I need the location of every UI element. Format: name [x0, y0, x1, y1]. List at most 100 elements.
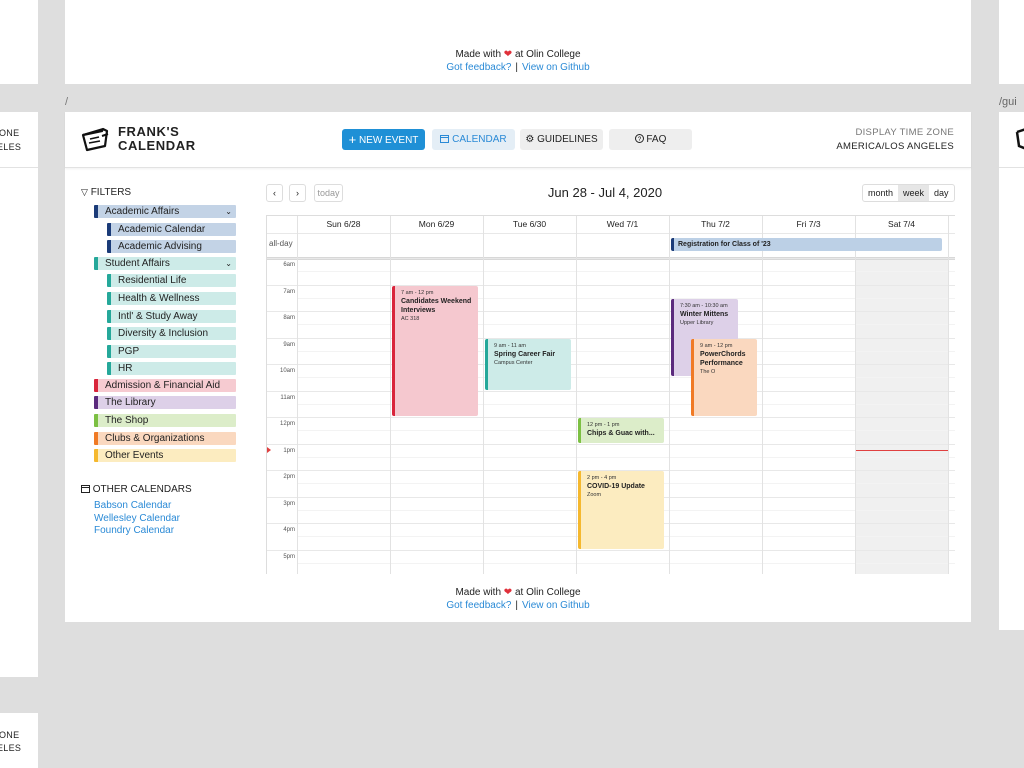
- guidelines-nav-button[interactable]: ⚙ GUIDELINES: [520, 129, 603, 150]
- left-window: ONE ELES: [0, 112, 38, 677]
- half-hour-line: [297, 562, 955, 564]
- day-header[interactable]: Thu 7/2: [669, 219, 762, 229]
- day-column-line: [576, 216, 577, 574]
- time-label: 10am: [279, 368, 295, 374]
- day-column-line: [948, 216, 949, 574]
- category-label: The Shop: [105, 415, 149, 426]
- footer: Made with ❤ at Olin College Got feedback…: [65, 586, 971, 612]
- calendar-event[interactable]: 9 am - 12 pm PowerChords Performance The O: [691, 338, 757, 416]
- all-day-label: all-day: [269, 239, 293, 248]
- time-label: 3pm: [283, 500, 295, 507]
- time-label: 4pm: [283, 527, 295, 533]
- event-location: The O: [700, 368, 716, 375]
- category-filter-residential-life[interactable]: Residential Life: [107, 274, 236, 288]
- calendar-logo-icon[interactable]: [81, 126, 111, 152]
- clipped-tz-label-2: ONE: [0, 730, 20, 740]
- category-label: Student Affairs: [105, 257, 170, 269]
- url-fragment: /: [65, 96, 69, 108]
- filter-icon: ▽: [81, 187, 88, 197]
- chevron-down-icon[interactable]: ⌄: [225, 205, 232, 218]
- day-header[interactable]: Mon 6/29: [390, 219, 483, 229]
- right-window: [999, 112, 1024, 630]
- category-filter-academic-affairs[interactable]: Academic Affairs ⌄: [94, 205, 236, 218]
- feedback-link[interactable]: Got feedback?: [446, 600, 511, 611]
- week-grid[interactable]: all-day Sun 6/28 Mon 6/29 Tue 6/30 Wed 7/1 T…: [266, 215, 955, 574]
- category-filter-pgp[interactable]: PGP: [107, 344, 236, 358]
- category-filter-admission-financial-aid[interactable]: Admission & Financial Aid: [94, 378, 236, 392]
- calendar-window: FRANK'S CALENDAR + NEW EVENT CALENDAR ⚙ …: [65, 112, 971, 622]
- month-view-button[interactable]: month: [863, 185, 898, 201]
- category-filter-the-library[interactable]: The Library: [94, 396, 236, 410]
- category-filter-other-events[interactable]: Other Events: [94, 449, 236, 463]
- calendar-event[interactable]: 7 am - 12 pm Candidates Weekend Interview…: [392, 285, 478, 416]
- time-label: 11am: [280, 394, 295, 401]
- category-filter-the-shop[interactable]: The Shop: [94, 414, 236, 427]
- event-title: Chips & Guac with...: [587, 430, 655, 437]
- category-filter-intl-study-away[interactable]: Intl' & Study Away: [107, 309, 236, 323]
- prev-week-button[interactable]: ‹: [266, 184, 283, 202]
- week-view-button[interactable]: week: [898, 185, 930, 201]
- day-header[interactable]: Sun 6/28: [297, 219, 390, 229]
- url-fragment-right: /gui: [999, 96, 1017, 108]
- new-event-button[interactable]: + NEW EVENT: [342, 129, 425, 150]
- calendar-event[interactable]: 2 pm - 4 pm COVID-19 Update Zoom: [578, 471, 664, 549]
- day-header[interactable]: Fri 7/3: [762, 219, 855, 229]
- clipped-tz-label: ONE: [0, 128, 20, 138]
- day-column-line: [855, 216, 856, 574]
- time-label: 6am: [283, 262, 295, 268]
- day-view-button[interactable]: day: [929, 185, 954, 201]
- category-label: Health & Wellness: [118, 292, 200, 304]
- hour-line: [267, 258, 955, 259]
- footer-separator: |: [515, 62, 518, 73]
- calendar-event[interactable]: 12 pm - 1 pm Chips & Guac with...: [578, 418, 664, 443]
- left-window-lower: ONE ELES: [0, 713, 38, 768]
- github-link[interactable]: View on Github: [522, 600, 590, 611]
- grid-separator: [267, 259, 955, 260]
- right-window-top: [999, 0, 1024, 84]
- category-label: Diversity & Inclusion: [118, 328, 209, 340]
- foundry-calendar-link[interactable]: Foundry Calendar: [94, 525, 174, 537]
- day-header[interactable]: Wed 7/1: [576, 219, 669, 229]
- github-link[interactable]: View on Github: [522, 62, 590, 73]
- feedback-link[interactable]: Got feedback?: [446, 62, 511, 73]
- category-filter-academic-advising[interactable]: Academic Advising: [107, 240, 236, 254]
- category-filter-student-affairs[interactable]: Student Affairs ⌄: [94, 256, 236, 270]
- wellesley-calendar-link[interactable]: Wellesley Calendar: [94, 513, 180, 525]
- today-button[interactable]: today: [314, 184, 343, 202]
- category-label: Academic Advising: [118, 241, 202, 253]
- calendar-nav-button[interactable]: CALENDAR: [432, 129, 515, 150]
- category-filter-clubs-organizations[interactable]: Clubs & Organizations: [94, 431, 236, 445]
- category-label: Clubs & Organizations: [105, 432, 205, 444]
- event-location: Campus Center: [494, 359, 533, 366]
- event-title: Candidates Weekend Interviews: [401, 297, 472, 314]
- timezone-select[interactable]: AMERICA/LOS ANGELES: [836, 141, 954, 152]
- header: FRANK'S CALENDAR + NEW EVENT CALENDAR ⚙ …: [65, 112, 971, 168]
- date-range-title: Jun 28 - Jul 4, 2020: [547, 185, 663, 200]
- other-calendars-title: OTHER CALENDARS: [81, 484, 192, 495]
- category-filter-academic-calendar[interactable]: Academic Calendar: [107, 222, 236, 236]
- category-filter-hr[interactable]: HR: [107, 362, 236, 376]
- previous-page-footer-panel: Made with ❤ at Olin College Got feedback…: [65, 0, 971, 84]
- category-filter-health-wellness[interactable]: Health & Wellness: [107, 291, 236, 305]
- faq-nav-button[interactable]: ? FAQ: [609, 129, 692, 150]
- day-header[interactable]: Tue 6/30: [483, 219, 576, 229]
- hour-line: [267, 443, 955, 445]
- calendar-small-icon: [81, 485, 90, 493]
- day-header[interactable]: Sat 7/4: [855, 219, 948, 229]
- app-title[interactable]: FRANK'S CALENDAR: [118, 125, 196, 153]
- calendar-event[interactable]: 9 am - 11 am Spring Career Fair Campus Cen…: [485, 338, 571, 390]
- chevron-down-icon[interactable]: ⌄: [225, 257, 232, 270]
- hour-line: [267, 284, 955, 286]
- time-label: 12pm: [279, 421, 295, 427]
- babson-calendar-link[interactable]: Babson Calendar: [94, 500, 171, 512]
- view-switcher: month week day: [862, 184, 955, 202]
- category-filter-diversity-inclusion[interactable]: Diversity & Inclusion: [107, 327, 236, 341]
- footer-separator: |: [515, 600, 518, 611]
- category-label: Admission & Financial Aid: [105, 379, 221, 391]
- half-hour-line: [297, 271, 955, 273]
- next-week-button[interactable]: ›: [289, 184, 306, 202]
- all-day-event[interactable]: Registration for Class of '23: [671, 238, 942, 251]
- half-hour-line: [297, 456, 955, 458]
- left-window-top: [0, 0, 38, 84]
- category-label: Other Events: [105, 450, 164, 462]
